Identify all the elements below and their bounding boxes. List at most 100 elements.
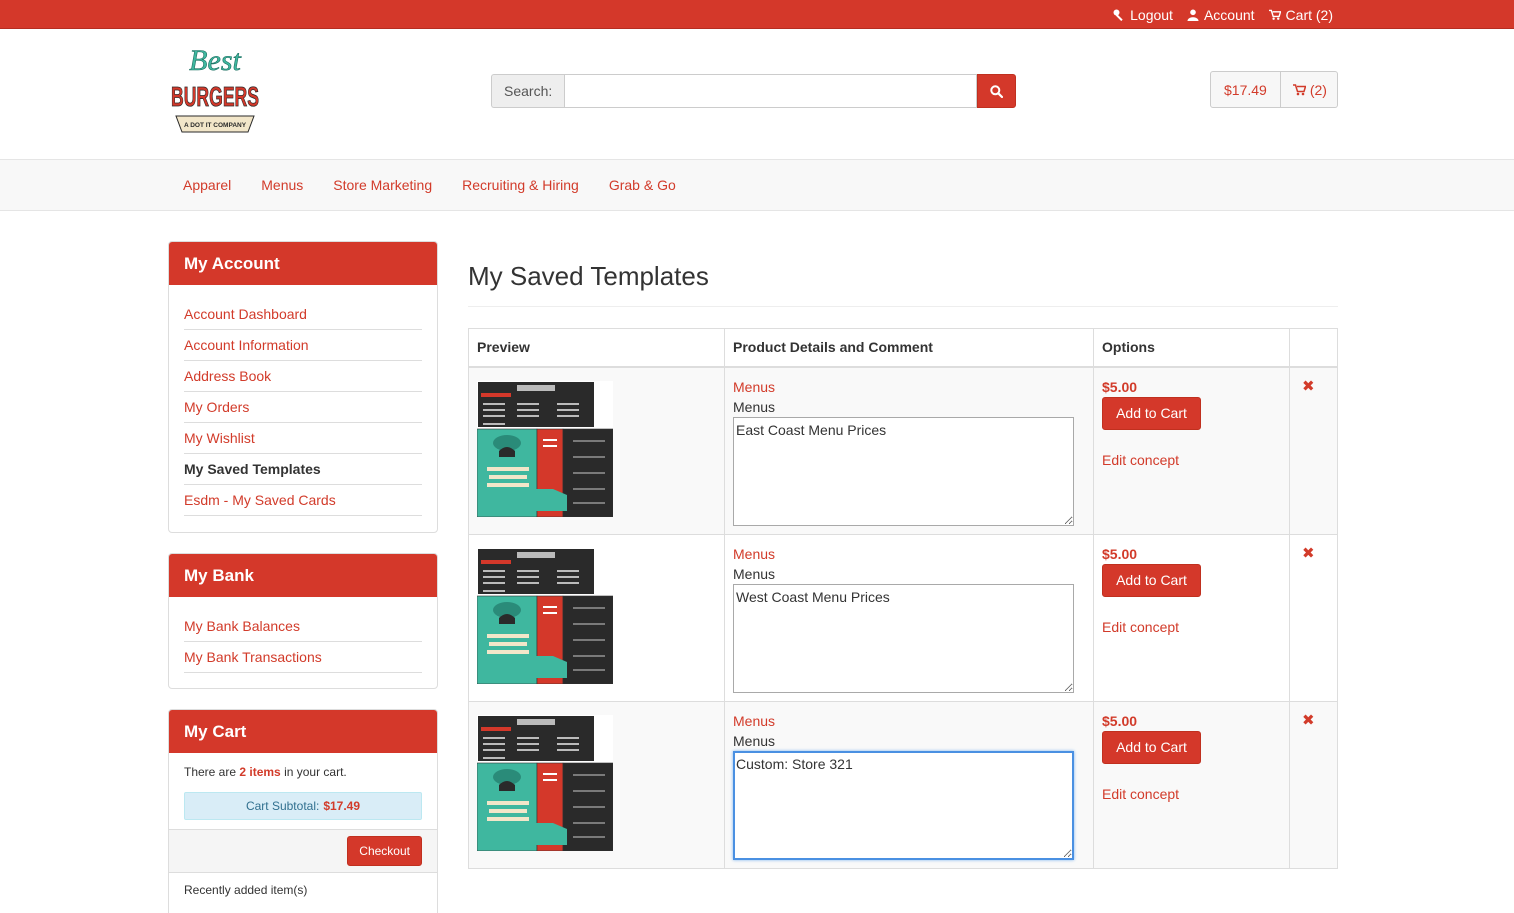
cart-total-button[interactable]: $17.49 [1210,71,1281,108]
details-cell: Menus Menus East Coast Menu Prices [724,366,1094,535]
search-button[interactable] [977,74,1017,108]
my-account-title: My Account [169,242,437,285]
search-icon [990,84,1004,98]
logo-text-top: Best [189,44,241,77]
my-bank-title: My Bank [169,554,437,597]
column-header-preview: Preview [468,328,725,368]
options-cell: $5.00 Add to Cart Edit concept [1093,366,1290,535]
price: $5.00 [1102,545,1138,562]
header-cart: $17.49 (2) [1210,71,1338,108]
remove-cell: ✖ [1289,366,1338,535]
cart-summary: There are 2 items in your cart. Cart Sub… [169,753,437,820]
sidebar-item-account-dashboard[interactable]: Account Dashboard [184,299,422,330]
remove-cell: ✖ [1289,700,1338,869]
edit-concept-link[interactable]: Edit concept [1102,619,1281,635]
table-row: Menus Menus East Coast Menu Prices $5.00… [468,366,1338,535]
nav-item-grab-go[interactable]: Grab & Go [594,177,691,193]
add-to-cart-button[interactable]: Add to Cart [1102,396,1201,430]
cart-subtotal-label: Cart Subtotal: [245,799,320,813]
search-input[interactable] [564,74,978,108]
checkout-button[interactable]: Checkout [347,836,422,866]
column-header-options: Options [1093,328,1290,368]
sidebar-item-my-saved-templates: My Saved Templates [184,454,422,485]
sidebar-item-my-wishlist[interactable]: My Wishlist [184,423,422,454]
options-cell: $5.00 Add to Cart Edit concept [1093,533,1290,702]
product-category: Menus [733,732,776,749]
my-cart-panel: My Cart There are 2 items in your cart. … [168,709,438,913]
cart-subtotal: Cart Subtotal: $17.49 [184,792,422,820]
cart-text-before: There are [184,765,237,779]
sidebar-item-esdm-saved-cards[interactable]: Esdm - My Saved Cards [184,485,422,516]
column-header-remove [1289,328,1338,368]
edit-concept-link[interactable]: Edit concept [1102,452,1281,468]
cart-count-button[interactable]: (2) [1280,71,1338,108]
nav-item-apparel[interactable]: Apparel [168,177,246,193]
my-bank-panel: My Bank My Bank Balances My Bank Transac… [168,553,438,689]
search-bar: Search: [491,74,1017,108]
key-icon [1113,9,1123,21]
preview-cell [468,366,725,535]
product-link[interactable]: Menus [733,544,1085,564]
delete-icon[interactable]: ✖ [1302,544,1329,562]
nav-item-store-marketing[interactable]: Store Marketing [318,177,447,193]
preview-cell [468,533,725,702]
cart-link[interactable]: Cart (2) [1268,6,1333,23]
logout-link[interactable]: Logout [1113,7,1173,23]
cart-icon [1268,9,1281,20]
search-label: Search: [491,74,565,108]
sidebar-item-bank-transactions[interactable]: My Bank Transactions [184,642,422,673]
main-nav: Apparel Menus Store Marketing Recruiting… [0,159,1514,211]
account-link[interactable]: Account [1187,7,1255,23]
my-cart-title: My Cart [169,710,437,753]
recently-added-label: Recently added item(s) [184,883,308,897]
logout-label: Logout [1130,6,1173,23]
delete-icon[interactable]: ✖ [1302,377,1329,395]
add-to-cart-button[interactable]: Add to Cart [1102,563,1201,597]
comment-textarea[interactable]: Custom: Store 321 [733,750,1074,860]
cart-text-after: in your cart. [284,765,347,779]
saved-templates-table: Preview Product Details and Comment Opti… [468,328,1338,869]
user-icon [1187,9,1199,21]
menu-preview-image[interactable] [476,714,614,851]
product-category: Menus [733,565,776,582]
cart-count-label: (2) [1309,81,1327,98]
add-to-cart-button[interactable]: Add to Cart [1102,730,1201,764]
header: Best BURGERS A DOT IT COMPANY Search: $1… [0,29,1514,159]
edit-concept-link[interactable]: Edit concept [1102,786,1281,802]
remove-cell: ✖ [1289,533,1338,702]
table-row: Menus Menus Custom: Store 321 $5.00 Add … [468,700,1338,869]
nav-item-recruiting-hiring[interactable]: Recruiting & Hiring [447,177,594,193]
column-header-product-details: Product Details and Comment [724,328,1094,368]
cart-items-link[interactable]: 2 items [239,765,280,779]
page-title: My Saved Templates [468,261,709,291]
sidebar-item-account-information[interactable]: Account Information [184,330,422,361]
top-links: Logout Account Cart (2) [1113,0,1333,29]
table-row: Menus Menus West Coast Menu Prices $5.00… [468,533,1338,702]
comment-textarea[interactable]: West Coast Menu Prices [733,583,1074,693]
sidebar-item-address-book[interactable]: Address Book [184,361,422,392]
price: $5.00 [1102,712,1138,729]
best-burgers-logo[interactable]: Best BURGERS A DOT IT COMPANY [168,44,262,136]
menu-preview-image[interactable] [476,547,614,684]
cart-actions: Checkout [169,829,437,873]
product-link[interactable]: Menus [733,377,1085,397]
sidebar-item-my-orders[interactable]: My Orders [184,392,422,423]
cart-subtotal-value: $17.49 [323,799,361,813]
top-bar: Logout Account Cart (2) [0,0,1514,29]
options-cell: $5.00 Add to Cart Edit concept [1093,700,1290,869]
cart-label: Cart (2) [1285,6,1333,23]
comment-textarea[interactable]: East Coast Menu Prices [733,416,1074,526]
preview-cell [468,700,725,869]
sidebar-item-bank-balances[interactable]: My Bank Balances [184,611,422,642]
account-label: Account [1203,6,1255,23]
product-link[interactable]: Menus [733,711,1085,731]
logo-text-main: BURGERS [171,81,259,112]
details-cell: Menus Menus West Coast Menu Prices [724,533,1094,702]
details-cell: Menus Menus Custom: Store 321 [724,700,1094,869]
product-category: Menus [733,398,776,415]
nav-item-menus[interactable]: Menus [246,177,318,193]
price: $5.00 [1102,378,1138,395]
menu-preview-image[interactable] [476,380,614,517]
delete-icon[interactable]: ✖ [1302,711,1329,729]
logo-text-sub: A DOT IT COMPANY [184,122,247,129]
